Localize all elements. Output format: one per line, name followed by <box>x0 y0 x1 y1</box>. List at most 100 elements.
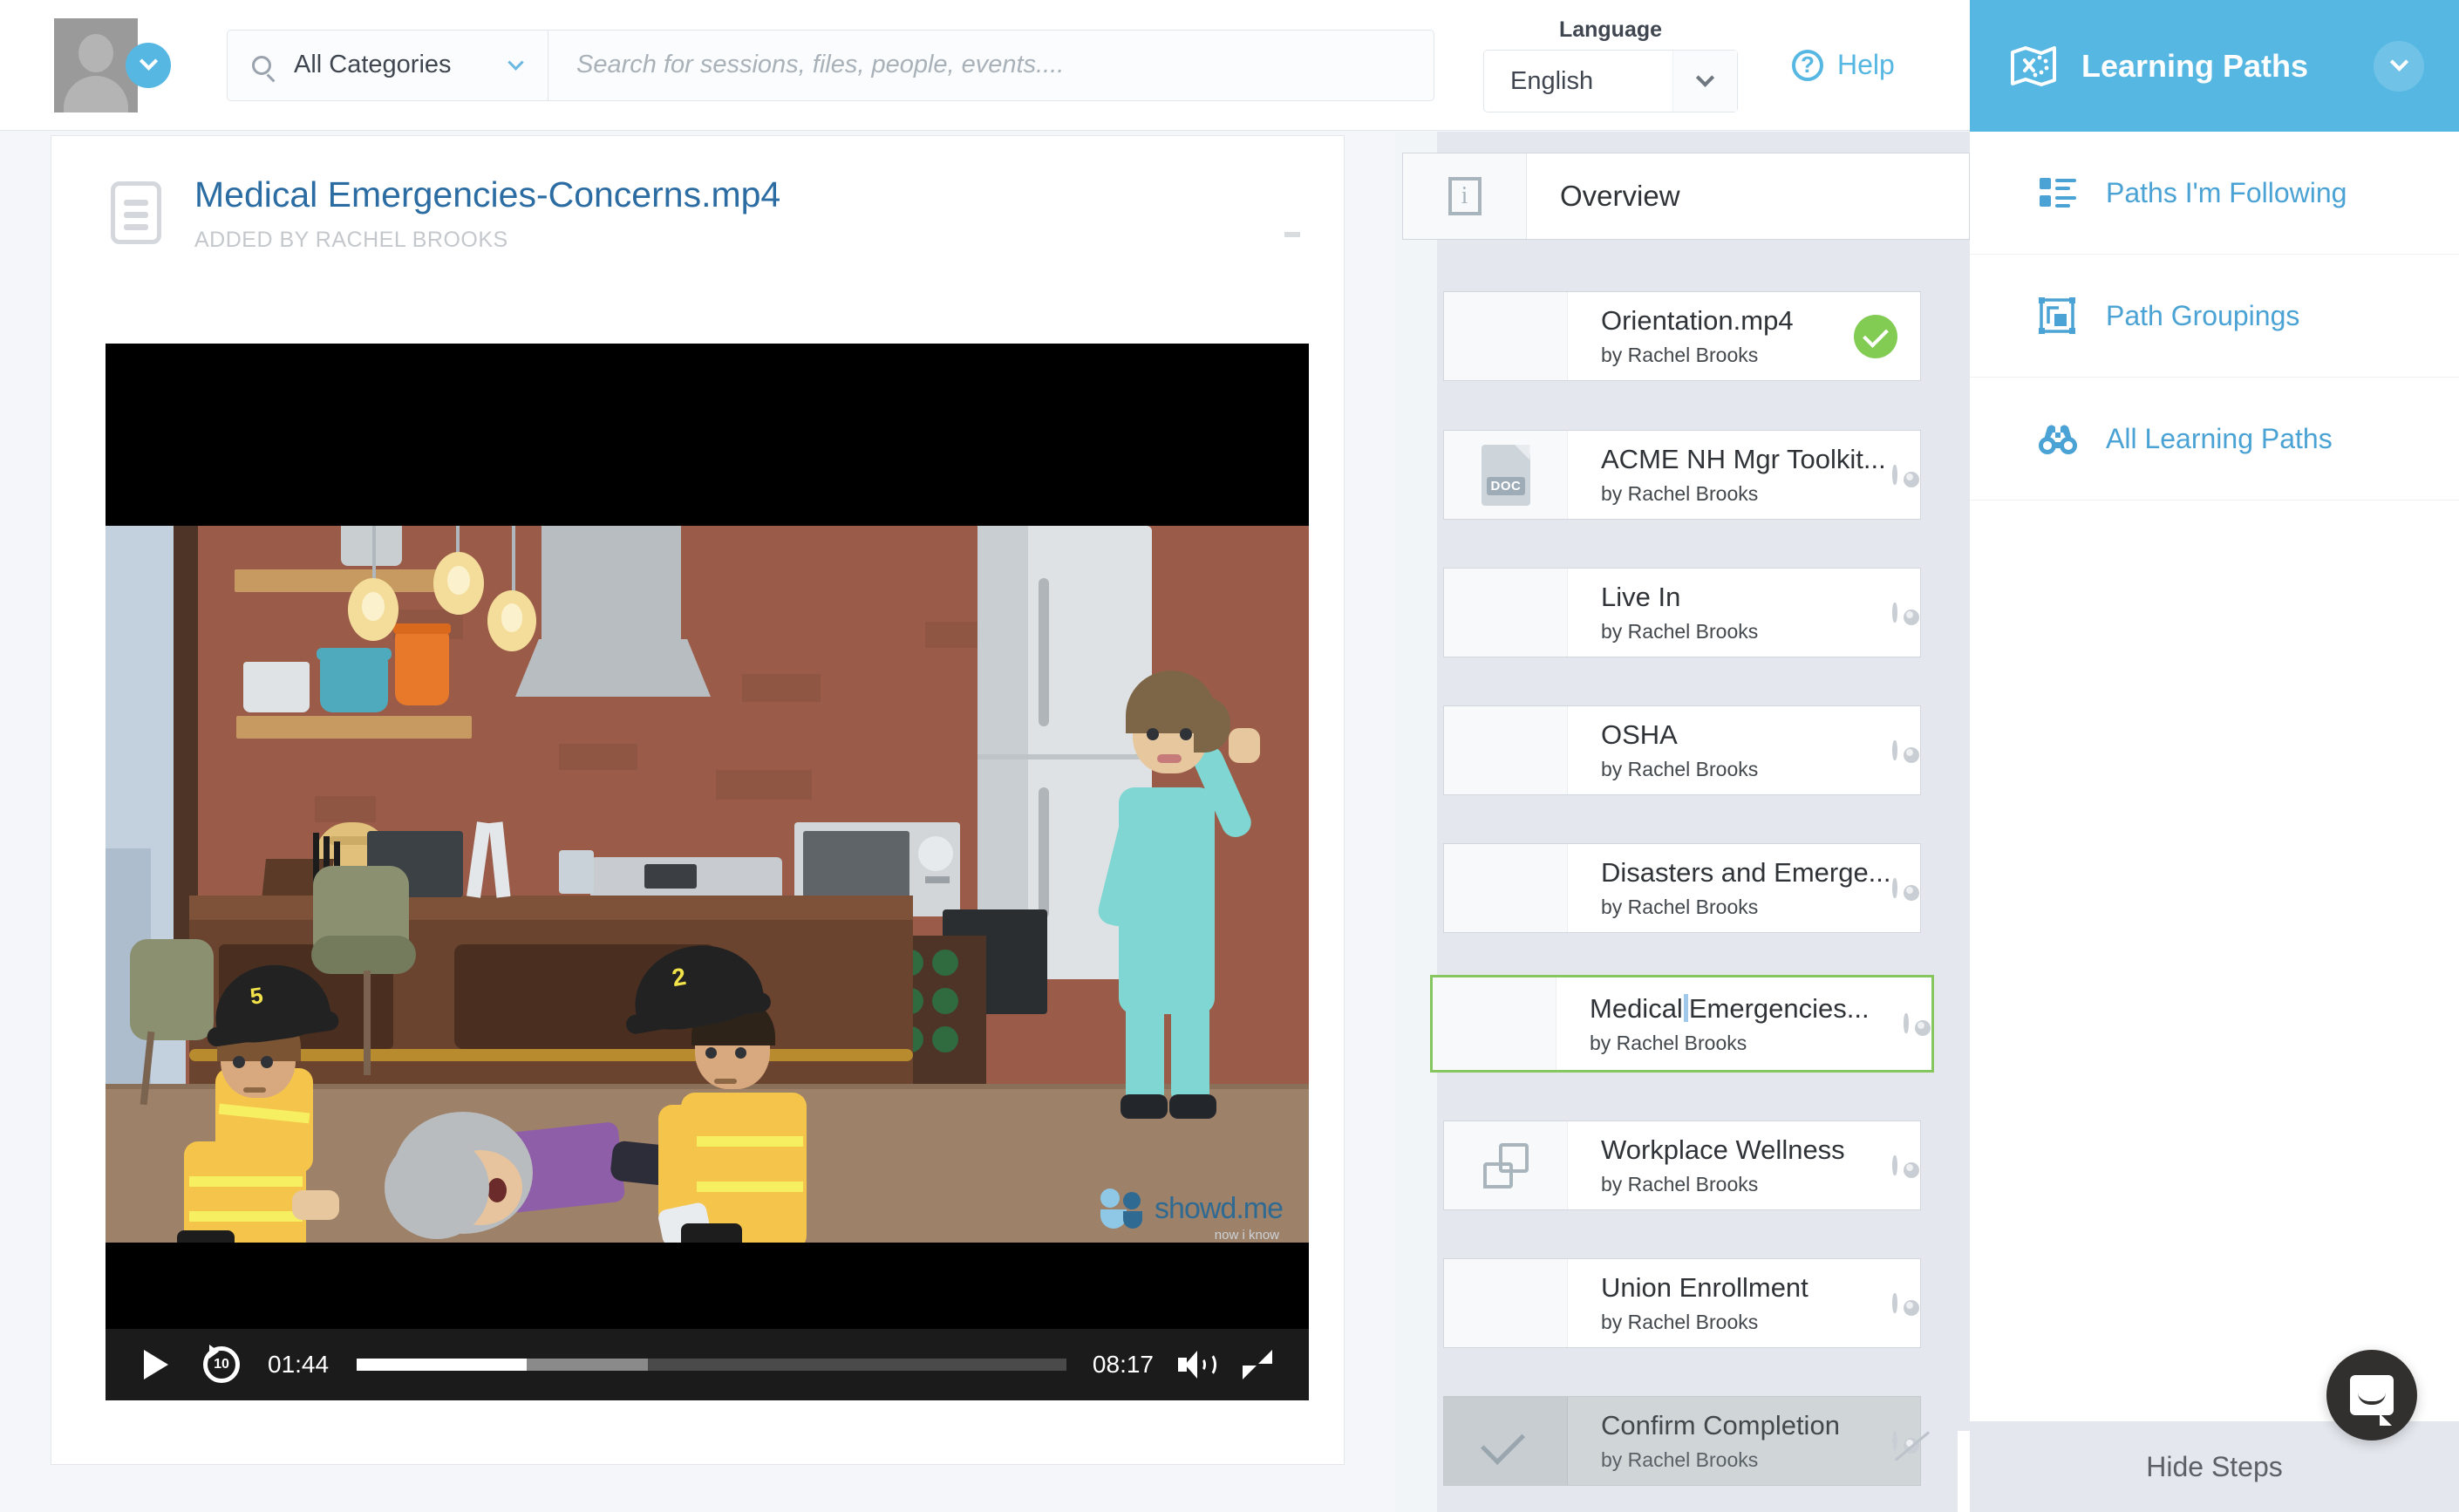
played-bar <box>357 1359 527 1371</box>
step-title: Disasters and Emerge... <box>1601 857 1920 889</box>
step-author: by Rachel Brooks <box>1601 482 1920 506</box>
step-title: ACME NH Mgr Toolkit... <box>1601 444 1920 475</box>
video-letterbox-top <box>106 344 1309 526</box>
video-frame: 5 2 <box>106 526 1309 1243</box>
category-select-label: All Categories <box>294 51 510 79</box>
progress-slider[interactable] <box>357 1359 1066 1371</box>
chevron-down-icon <box>139 52 157 71</box>
video-player[interactable]: 5 2 <box>106 344 1309 1400</box>
list-icon <box>2038 173 2078 213</box>
text-cursor <box>1684 994 1688 1022</box>
step-title: Union Enrollment <box>1601 1272 1920 1304</box>
avatar-menu[interactable] <box>54 18 171 112</box>
question-mark-icon: ? <box>1792 50 1823 81</box>
step-title: Workplace Wellness <box>1601 1134 1920 1166</box>
watermark-text: showd.me <box>1155 1192 1283 1226</box>
language-dropdown-arrow[interactable] <box>1672 51 1737 112</box>
completed-badge <box>1854 315 1897 358</box>
sidebar-title: Learning Paths <box>2081 48 2374 85</box>
step-list-item[interactable]: MedicalEmergencies...by Rachel Brooks <box>1430 975 1934 1073</box>
step-thumbnail <box>1433 977 1556 1070</box>
step-overview[interactable]: i Overview <box>1402 153 1970 240</box>
chevron-down-icon <box>1696 68 1714 86</box>
search-icon <box>252 56 271 75</box>
fullscreen-icon[interactable] <box>1243 1350 1272 1379</box>
chat-bubble-icon <box>2350 1375 2394 1415</box>
step-thumbnail <box>1444 706 1568 794</box>
help-label: Help <box>1837 49 1895 81</box>
visibility-icon[interactable] <box>1892 605 1897 620</box>
visibility-icon[interactable] <box>1892 1158 1897 1173</box>
learning-paths-sidebar: Learning Paths Paths I'm Following <box>1970 0 2459 1512</box>
steps-panel-gutter <box>1395 132 1437 1512</box>
file-header: Medical Emergencies-Concerns.mp4 ADDED B… <box>51 136 1344 253</box>
step-title: MedicalEmergencies... <box>1590 993 1931 1025</box>
current-time-label: 01:44 <box>268 1351 329 1379</box>
step-thumbnail: DOC <box>1444 431 1568 519</box>
step-title: OSHA <box>1601 719 1920 751</box>
step-author: by Rachel Brooks <box>1601 1173 1920 1196</box>
sidebar-item-label: Paths I'm Following <box>2106 177 2347 209</box>
step-list-item[interactable]: Live In by Rachel Brooks <box>1443 568 1921 657</box>
step-title: Confirm Completion <box>1601 1410 1920 1441</box>
file-content-card: Medical Emergencies-Concerns.mp4 ADDED B… <box>51 135 1345 1465</box>
language-value: English <box>1484 67 1672 96</box>
map-icon <box>2010 45 2057 87</box>
sidebar-item-paths-im-following[interactable]: Paths I'm Following <box>1970 132 2459 255</box>
step-thumbnail <box>1444 1121 1568 1209</box>
step-list-item[interactable]: Orientation.mp4by Rachel Brooks <box>1443 291 1921 381</box>
step-thumbnail <box>1444 1397 1568 1485</box>
top-bar: All Categories Language English ? Help <box>0 0 1970 131</box>
step-thumbnail <box>1444 1259 1568 1347</box>
rewind-10-button[interactable]: 10 <box>203 1346 240 1383</box>
volume-icon[interactable] <box>1178 1350 1211 1379</box>
file-options-dash[interactable] <box>1284 232 1300 237</box>
file-icon <box>111 181 161 244</box>
intercom-chat-button[interactable] <box>2326 1350 2417 1440</box>
sidebar-item-all-learning-paths[interactable]: All Learning Paths <box>1970 378 2459 501</box>
step-title: Live In <box>1601 582 1920 613</box>
language-select[interactable]: English <box>1483 50 1738 112</box>
step-list-item[interactable]: OSHAby Rachel Brooks <box>1443 705 1921 795</box>
visibility-icon[interactable] <box>1892 881 1897 896</box>
search-input[interactable] <box>548 31 1434 100</box>
step-thumbnail <box>1444 292 1568 380</box>
watermark-tagline: now i know <box>1215 1228 1279 1243</box>
learning-paths-header: Learning Paths <box>1970 0 2459 132</box>
steps-scroll-thumb[interactable] <box>1958 1431 1970 1512</box>
step-thumbnail <box>1444 844 1568 932</box>
video-controls: 10 01:44 08:17 <box>106 1329 1309 1400</box>
duration-label: 08:17 <box>1093 1351 1154 1379</box>
visibility-icon[interactable] <box>1892 1296 1897 1311</box>
hide-steps-label: Hide Steps <box>2146 1451 2283 1483</box>
play-button[interactable] <box>144 1350 168 1379</box>
sidebar-item-path-groupings[interactable]: Path Groupings <box>1970 255 2459 378</box>
category-select[interactable]: All Categories <box>228 31 548 100</box>
visibility-icon[interactable] <box>1892 743 1897 758</box>
step-thumbnail <box>1444 569 1568 657</box>
step-author: by Rachel Brooks <box>1601 620 1920 644</box>
sidebar-item-label: All Learning Paths <box>2106 423 2333 455</box>
page-title[interactable]: Medical Emergencies-Concerns.mp4 <box>194 174 780 215</box>
visibility-off-icon[interactable] <box>1892 1434 1897 1448</box>
step-list-item[interactable]: Disasters and Emerge...by Rachel Brooks <box>1443 843 1921 933</box>
binoculars-icon <box>2038 419 2078 459</box>
sidebar-item-label: Path Groupings <box>2106 300 2299 332</box>
check-icon <box>1482 1418 1529 1465</box>
visibility-icon[interactable] <box>1904 1016 1909 1031</box>
chevron-down-icon <box>507 54 523 70</box>
overview-thumb: i <box>1403 153 1527 239</box>
file-author: ADDED BY RACHEL BROOKS <box>194 228 780 253</box>
doc-icon: DOC <box>1482 445 1530 506</box>
info-icon: i <box>1448 177 1482 215</box>
help-button[interactable]: ? Help <box>1792 49 1895 81</box>
step-list-item[interactable]: Union Enrollmentby Rachel Brooks <box>1443 1258 1921 1348</box>
step-list-item[interactable]: Workplace Wellness by Rachel Brooks <box>1443 1120 1921 1210</box>
avatar-dropdown-button[interactable] <box>126 43 171 88</box>
quiz-icon <box>1483 1143 1529 1188</box>
visibility-icon[interactable] <box>1892 467 1897 482</box>
showdme-logo-icon <box>1100 1188 1146 1229</box>
sidebar-collapse-button[interactable] <box>2374 41 2424 92</box>
step-list-item[interactable]: Confirm Completionby Rachel Brooks <box>1443 1396 1921 1486</box>
step-list-item[interactable]: DOC ACME NH Mgr Toolkit... by Rachel Brook… <box>1443 430 1921 520</box>
